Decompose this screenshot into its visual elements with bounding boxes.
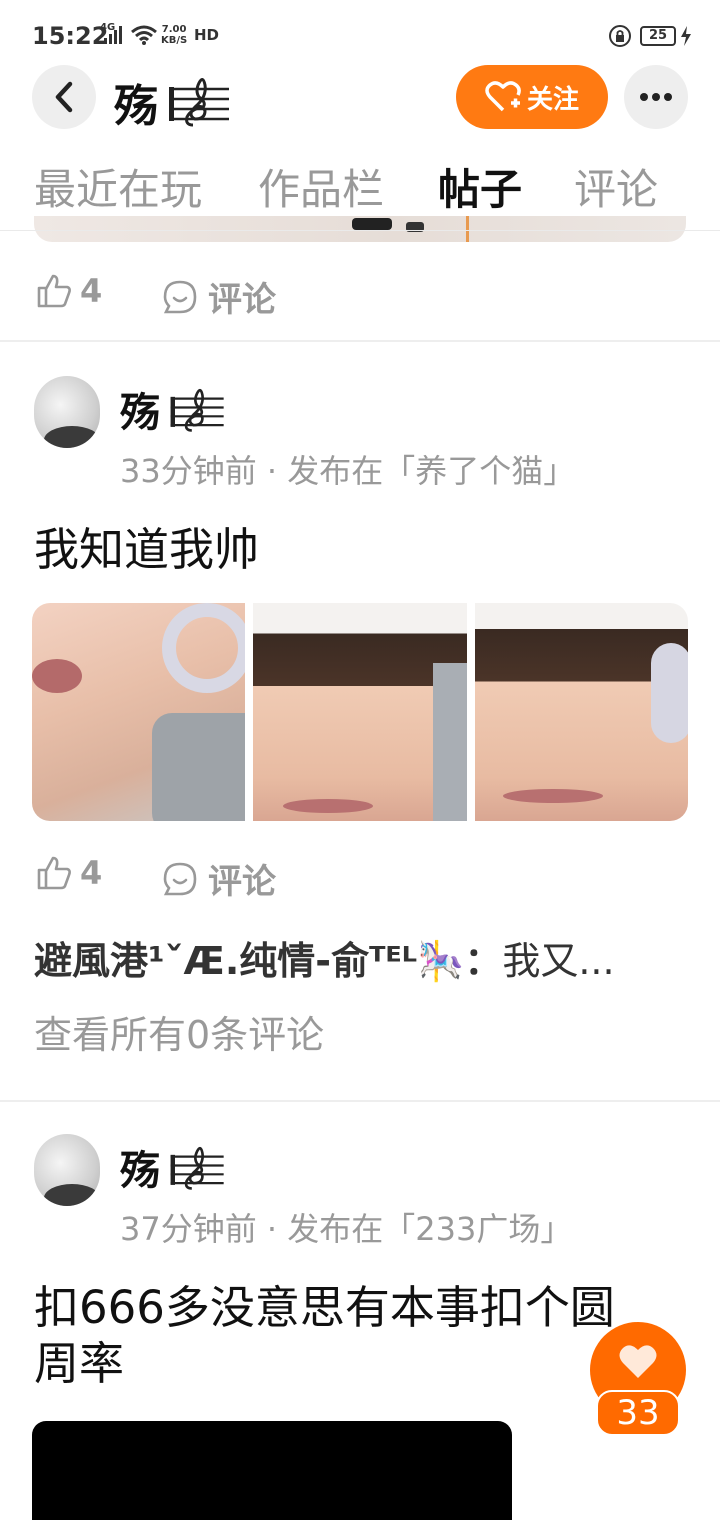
rotation-lock-icon (609, 25, 631, 47)
network-speed: 7.00 KB/S (161, 24, 187, 46)
thumbs-up-icon (37, 274, 71, 308)
post-text[interactable]: 我知道我帅 (34, 522, 259, 578)
avatar[interactable] (34, 1134, 100, 1206)
comment-icon (163, 280, 197, 313)
post-text-line: 周率 (34, 1337, 125, 1390)
dot (640, 93, 648, 101)
charging-icon (681, 26, 691, 46)
tabs-divider (0, 230, 720, 231)
tab-recent-play[interactable]: 最近在玩 (34, 156, 202, 217)
music-clef-icon (170, 1146, 224, 1190)
heart-icon (619, 1345, 657, 1378)
post-author-text: 殇 (120, 390, 160, 436)
status-time: 15:22 (32, 22, 109, 50)
signal-icon (104, 26, 122, 44)
post-video-thumbnail[interactable] (32, 1421, 512, 1520)
post-meta[interactable]: 33分钟前 · 发布在「养了个猫」 (120, 446, 575, 492)
floating-like-count: 33 (596, 1390, 680, 1436)
post-author[interactable]: 殇 (120, 1138, 226, 1196)
view-all-comments-link[interactable]: 查看所有0条评论 (34, 1004, 324, 1059)
hd-indicator: HD (194, 26, 220, 44)
tab-comments[interactable]: 评论 (574, 156, 658, 217)
post-image[interactable] (253, 603, 467, 821)
profile-name-text: 殇 (114, 81, 158, 132)
like-button[interactable]: 4 (36, 272, 102, 310)
like-count: 4 (80, 272, 103, 310)
like-count: 4 (80, 854, 103, 892)
post-image-grid (32, 603, 688, 821)
wifi-icon (131, 25, 157, 45)
profile-header: 殇 关注 (0, 64, 720, 132)
follow-button[interactable]: 关注 (456, 65, 608, 129)
post-image[interactable] (474, 603, 688, 821)
comment-text: 我又... (502, 939, 615, 983)
speed-unit: KB/S (161, 35, 188, 46)
post-image[interactable] (32, 603, 246, 821)
post-meta[interactable]: 37分钟前 · 发布在「233广场」 (120, 1204, 572, 1250)
previous-post-actions: 4 评论 (36, 272, 436, 322)
post-separator (0, 340, 720, 342)
profile-name: 殇 (114, 70, 231, 134)
tab-posts[interactable]: 帖子 (438, 156, 522, 217)
chevron-left-icon (55, 81, 73, 113)
avatar[interactable] (34, 376, 100, 448)
like-button[interactable]: 4 (36, 854, 102, 892)
post-text[interactable]: 扣666多没意思有本事扣个圆 周率 (34, 1280, 615, 1392)
comment-label: 评论 (208, 862, 276, 902)
post-text-line: 扣666多没意思有本事扣个圆 (34, 1281, 615, 1334)
music-clef-icon (170, 388, 224, 432)
dot (652, 93, 660, 101)
comment-icon (163, 862, 197, 895)
comment-button[interactable]: 评论 (162, 272, 276, 321)
speed-value: 7.00 (161, 24, 187, 35)
heart-plus-icon (485, 81, 521, 112)
thumbs-up-icon (37, 856, 71, 890)
music-clef-icon (169, 78, 230, 127)
battery-level: 25 (640, 26, 676, 46)
tab-works[interactable]: 作品栏 (258, 156, 384, 217)
previous-post-image[interactable] (34, 216, 686, 242)
back-button[interactable] (32, 65, 96, 129)
comment-author: 避風港¹ˇÆ.纯情-俞ᵀᴱᴸ🎠： (34, 939, 503, 983)
dot (664, 93, 672, 101)
post-author[interactable]: 殇 (120, 380, 226, 438)
post-separator (0, 1100, 720, 1102)
post-author-text: 殇 (120, 1148, 160, 1194)
status-bar: 15:22 4G 7.00 KB/S HD 25 (0, 0, 720, 70)
follow-label: 关注 (526, 84, 579, 115)
more-options-button[interactable] (624, 65, 688, 129)
post-actions: 4 评论 (36, 854, 436, 904)
comment-button[interactable]: 评论 (162, 854, 276, 903)
comment-preview[interactable]: 避風港¹ˇÆ.纯情-俞ᵀᴱᴸ🎠：我又... (34, 930, 615, 985)
comment-label: 评论 (208, 280, 276, 320)
